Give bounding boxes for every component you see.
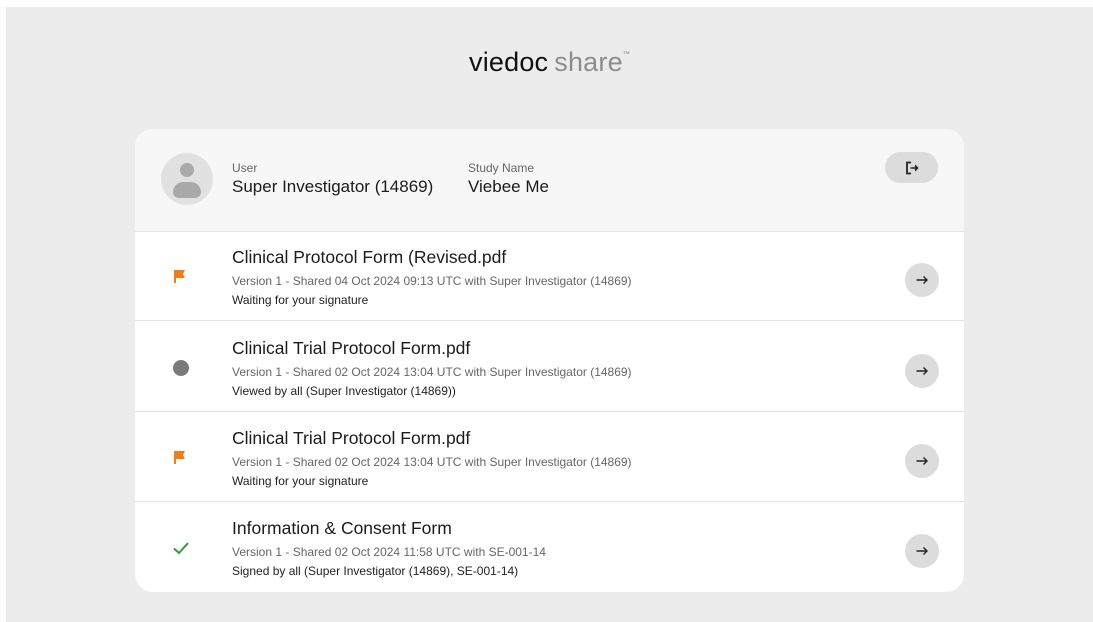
logout-icon	[905, 161, 919, 175]
open-document-button[interactable]	[905, 534, 939, 568]
document-row[interactable]: Clinical Protocol Form (Revised.pdf Vers…	[135, 231, 964, 321]
document-list-card: User Super Investigator (14869) Study Na…	[135, 129, 964, 592]
user-avatar-icon	[161, 153, 213, 205]
arrow-right-icon	[915, 364, 929, 378]
page-background: viedoc share™ User Super Investigator (14…	[6, 7, 1093, 622]
open-document-button[interactable]	[905, 263, 939, 297]
document-title: Clinical Trial Protocol Form.pdf	[232, 428, 471, 448]
document-meta: Version 1 - Shared 02 Oct 2024 11:58 UTC…	[232, 545, 546, 559]
document-title: Clinical Trial Protocol Form.pdf	[232, 338, 471, 358]
logout-button[interactable]	[885, 152, 938, 183]
logo-part-share: share	[554, 47, 623, 77]
logo-trademark: ™	[622, 51, 630, 58]
logo-part-viedoc: viedoc	[469, 47, 549, 77]
open-document-button[interactable]	[905, 444, 939, 478]
document-title: Clinical Protocol Form (Revised.pdf	[232, 247, 507, 267]
document-status: Viewed by all (Super Investigator (14869…	[232, 384, 456, 398]
document-meta: Version 1 - Shared 02 Oct 2024 13:04 UTC…	[232, 365, 632, 379]
flag-icon	[171, 448, 191, 468]
viedoc-share-logo: viedoc share™	[6, 47, 1093, 78]
flag-icon	[171, 267, 191, 287]
document-row[interactable]: Information & Consent Form Version 1 - S…	[135, 502, 964, 591]
arrow-right-icon	[915, 454, 929, 468]
user-name: Super Investigator (14869)	[232, 177, 434, 196]
user-header: User Super Investigator (14869) Study Na…	[135, 129, 964, 232]
arrow-right-icon	[915, 544, 929, 558]
document-meta: Version 1 - Shared 04 Oct 2024 09:13 UTC…	[232, 274, 632, 288]
check-icon	[171, 538, 191, 558]
document-status: Signed by all (Super Investigator (14869…	[232, 564, 519, 578]
document-row[interactable]: Clinical Trial Protocol Form.pdf Version…	[135, 412, 964, 502]
document-title: Information & Consent Form	[232, 518, 452, 538]
arrow-right-icon	[915, 273, 929, 287]
document-meta: Version 1 - Shared 02 Oct 2024 13:04 UTC…	[232, 455, 632, 469]
study-name-label: Study Name	[468, 161, 535, 175]
document-status: Waiting for your signature	[232, 474, 369, 488]
open-document-button[interactable]	[905, 354, 939, 388]
document-status: Waiting for your signature	[232, 293, 369, 307]
viewed-dot-icon	[171, 358, 191, 378]
study-name-value: Viebee Me	[468, 177, 549, 196]
user-label: User	[232, 161, 258, 175]
document-row[interactable]: Clinical Trial Protocol Form.pdf Version…	[135, 322, 964, 412]
